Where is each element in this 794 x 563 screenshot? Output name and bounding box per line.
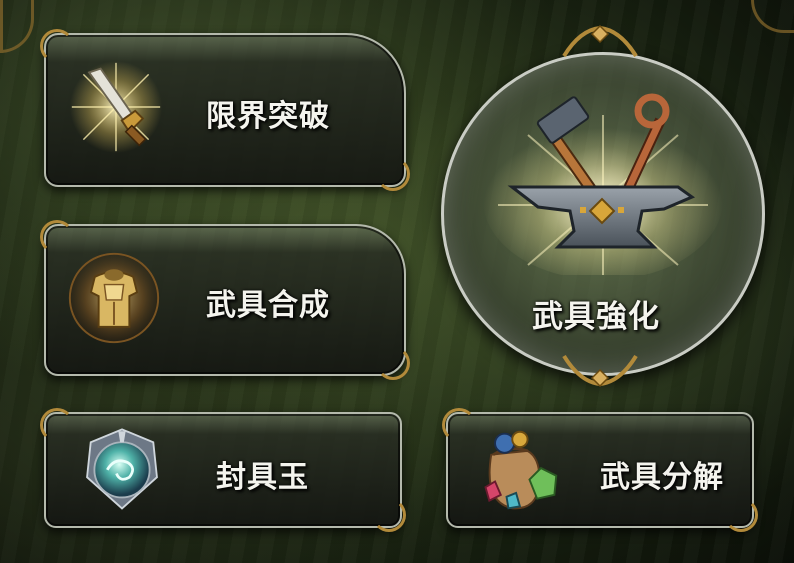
weapon-fusion-button[interactable]: 武具合成 (40, 220, 410, 380)
gold-corner-ornament (376, 346, 410, 380)
material-bag-icon (470, 426, 566, 514)
orb-crest-bottom-ornament (562, 354, 638, 388)
gold-corner-ornament (40, 29, 74, 63)
orb-crest-top-ornament (562, 24, 638, 58)
glowing-sword-icon (68, 59, 164, 155)
weapon-fusion-label: 武具合成 (206, 288, 330, 323)
anvil-hammer-icon (478, 75, 728, 280)
gold-corner-ornament (40, 220, 74, 254)
weapon-dismantle-button[interactable]: 武具分解 (442, 408, 758, 532)
weapon-dismantle-label: 武具分解 (600, 460, 724, 495)
gold-corner-ornament (372, 498, 406, 532)
golden-armor-icon (66, 250, 162, 346)
seal-orb-icon (76, 422, 168, 514)
gold-corner-ornament (376, 157, 410, 191)
weapon-enhance-button[interactable]: 武具強化 (441, 52, 765, 376)
gold-corner-ornament (40, 408, 74, 442)
gold-corner-ornament (724, 498, 758, 532)
limit-break-button[interactable]: 限界突破 (40, 29, 410, 191)
limit-break-label: 限界突破 (206, 99, 330, 134)
seal-orb-button[interactable]: 封具玉 (40, 408, 406, 532)
weapon-enhance-label: 武具強化 (532, 299, 660, 335)
seal-orb-label: 封具玉 (216, 460, 309, 495)
